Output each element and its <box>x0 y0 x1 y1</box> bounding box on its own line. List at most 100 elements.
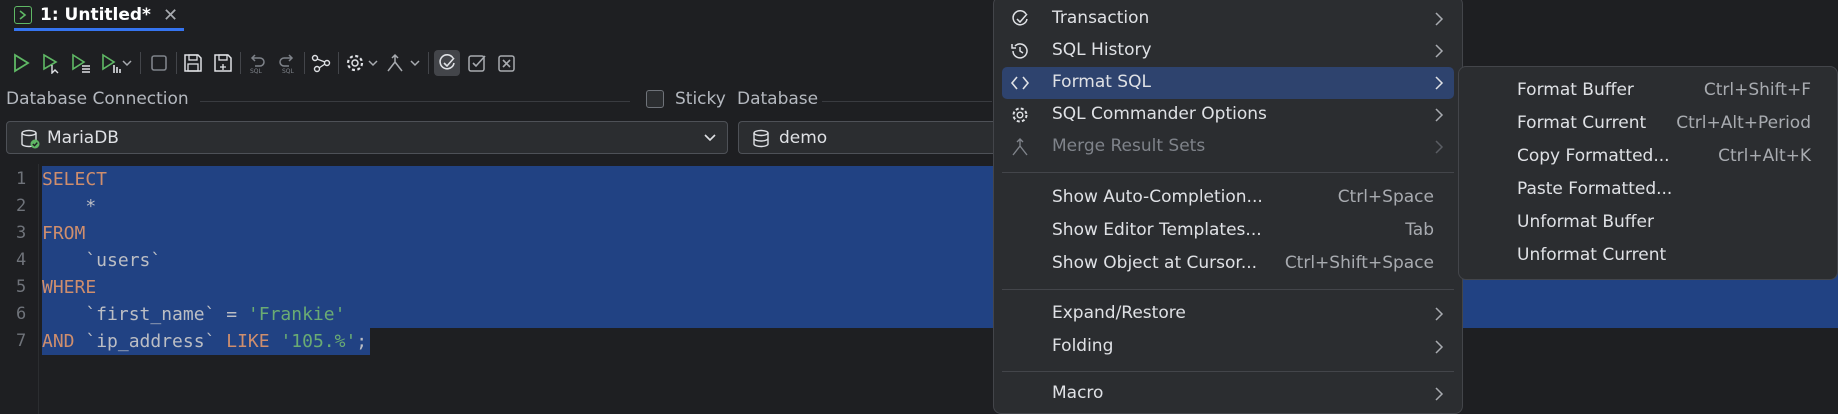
chevron-down-icon[interactable] <box>410 58 420 68</box>
database-connected-icon <box>21 129 40 149</box>
code-token: '105.%' <box>280 331 357 352</box>
transaction-icon <box>1012 10 1028 26</box>
active-tab-indicator <box>14 28 184 31</box>
code-text: `first_name` = 'Frankie' <box>42 301 345 328</box>
code-token: SELECT <box>42 169 108 190</box>
menu-item-macro[interactable]: Macro <box>1002 378 1454 410</box>
menu-item-merge-result-sets: Merge Result Sets <box>1002 131 1454 163</box>
close-tab-icon[interactable]: ✕ <box>163 5 178 26</box>
chevron-right-icon <box>1435 140 1444 154</box>
line-number: 4 <box>16 250 27 270</box>
chevron-right-icon <box>1435 307 1444 321</box>
code-text: AND `ip_address` LIKE '105.%'; <box>42 328 367 355</box>
code-text: WHERE <box>42 274 96 301</box>
connection-value: MariaDB <box>47 128 119 148</box>
gear-icon[interactable] <box>342 50 368 76</box>
chevron-down-icon[interactable] <box>122 58 132 68</box>
rollback-icon[interactable] <box>494 50 520 76</box>
save-icon[interactable] <box>180 50 206 76</box>
database-icon <box>753 129 769 148</box>
redo-sql-icon[interactable]: SQL <box>274 50 300 76</box>
editor-context-menu: Transaction SQL History Format SQL SQL C… <box>993 0 1463 414</box>
toolbar-separator <box>428 52 429 74</box>
run-current-icon[interactable] <box>38 50 64 76</box>
shortcut: Tab <box>1405 220 1434 240</box>
tab-untitled[interactable]: 1: Untitled* ✕ <box>14 0 178 30</box>
line-number: 3 <box>16 223 27 243</box>
chevron-right-icon <box>1435 76 1444 90</box>
code-text: `users` <box>42 247 161 274</box>
code-text: FROM <box>42 220 85 247</box>
shortcut: Ctrl+Shift+Space <box>1284 253 1434 273</box>
gear-icon <box>1012 107 1028 123</box>
chevron-down-icon <box>704 134 716 142</box>
save-as-icon[interactable] <box>210 50 236 76</box>
line-number: 7 <box>16 331 27 351</box>
menu-item-paste-formatted[interactable]: Paste Formatted... <box>1467 174 1831 206</box>
menu-separator <box>1002 172 1454 173</box>
toolbar-separator <box>240 52 241 74</box>
merge-icon[interactable] <box>382 50 408 76</box>
chevron-right-icon <box>1435 108 1444 122</box>
tab-title: 1: Untitled* <box>40 5 151 25</box>
label-divider <box>200 101 630 102</box>
menu-item-show-auto-completion[interactable]: Show Auto-Completion... Ctrl+Space <box>1002 182 1454 214</box>
undo-sql-icon[interactable]: SQL <box>244 50 270 76</box>
database-label: Database <box>737 89 819 109</box>
code-text: * <box>42 193 96 220</box>
code-token: 'Frankie' <box>247 304 346 325</box>
line-number: 6 <box>16 304 27 324</box>
stop-icon[interactable] <box>146 50 172 76</box>
sticky-checkbox[interactable] <box>646 90 664 108</box>
code-token: WHERE <box>42 277 97 298</box>
commit-icon[interactable] <box>464 50 490 76</box>
run-explain-icon[interactable] <box>98 50 124 76</box>
menu-item-sql-history[interactable]: SQL History <box>1002 35 1454 67</box>
code-line[interactable]: 6 `first_name` = 'Frankie' <box>0 301 1838 328</box>
connection-select[interactable]: MariaDB <box>6 121 728 154</box>
menu-item-unformat-current[interactable]: Unformat Current <box>1467 240 1831 272</box>
menu-item-format-sql[interactable]: Format SQL <box>1002 67 1454 99</box>
menu-separator <box>1002 289 1454 290</box>
auto-commit-icon[interactable] <box>434 50 460 76</box>
menu-item-show-editor-templates[interactable]: Show Editor Templates... Tab <box>1002 215 1454 247</box>
merge-icon <box>1012 138 1028 156</box>
shortcut: Ctrl+Space <box>1337 187 1434 207</box>
line-number: 2 <box>16 196 27 216</box>
code-text: SELECT <box>42 166 107 193</box>
code-token: AND <box>42 331 86 352</box>
svg-text:SQL: SQL <box>282 68 295 74</box>
database-value: demo <box>779 128 828 148</box>
database-select[interactable]: demo <box>738 121 1008 154</box>
code-line[interactable]: 7 AND `ip_address` LIKE '105.%'; <box>0 328 1838 355</box>
menu-item-format-current[interactable]: Format Current Ctrl+Alt+Period <box>1467 108 1831 140</box>
chevron-right-icon <box>1435 387 1444 401</box>
menu-item-transaction[interactable]: Transaction <box>1002 3 1454 35</box>
label-divider <box>822 101 992 102</box>
code-token: `first_name` = <box>42 304 248 325</box>
chevron-down-icon[interactable] <box>368 58 378 68</box>
code-token: ; <box>356 331 368 352</box>
menu-item-folding[interactable]: Folding <box>1002 331 1454 363</box>
code-token: `ip_address` <box>85 331 227 352</box>
run-script-icon[interactable] <box>68 50 94 76</box>
history-icon <box>1011 43 1028 59</box>
query-builder-icon[interactable] <box>308 50 334 76</box>
toolbar-separator <box>140 52 141 74</box>
menu-item-sql-commander-options[interactable]: SQL Commander Options <box>1002 99 1454 131</box>
menu-item-unformat-buffer[interactable]: Unformat Buffer <box>1467 207 1831 239</box>
menu-item-format-buffer[interactable]: Format Buffer Ctrl+Shift+F <box>1467 75 1831 107</box>
menu-item-copy-formatted[interactable]: Copy Formatted... Ctrl+Alt+K <box>1467 141 1831 173</box>
shortcut: Ctrl+Shift+F <box>1703 80 1811 100</box>
format-sql-submenu: Format Buffer Ctrl+Shift+F Format Curren… <box>1458 66 1838 280</box>
run-icon[interactable] <box>8 50 34 76</box>
toolbar-separator <box>304 52 305 74</box>
menu-item-show-object-at-cursor[interactable]: Show Object at Cursor... Ctrl+Shift+Spac… <box>1002 248 1454 280</box>
console-icon <box>14 6 32 24</box>
line-number: 5 <box>16 277 27 297</box>
line-number: 1 <box>16 169 27 189</box>
menu-item-expand-restore[interactable]: Expand/Restore <box>1002 298 1454 330</box>
chevron-right-icon <box>1435 44 1444 58</box>
code-token: `users` <box>42 250 162 271</box>
chevron-right-icon <box>1435 340 1444 354</box>
